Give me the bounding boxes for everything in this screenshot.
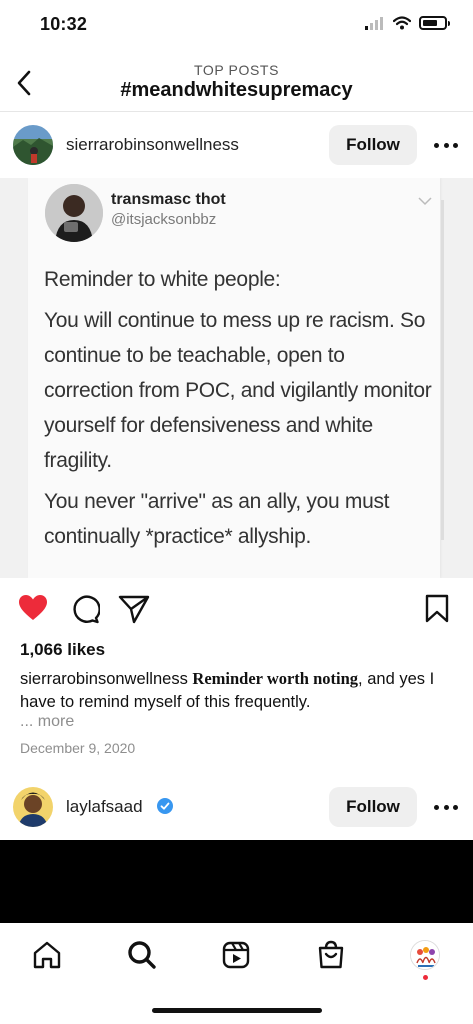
battery-icon (419, 16, 450, 30)
home-indicator (152, 1008, 322, 1013)
tweet-paragraph: You will continue to mess up re racism. … (44, 309, 432, 472)
tweet-paragraph: You never "arrive" as an ally, you must … (44, 490, 390, 548)
tweet-scroll-track (441, 200, 444, 540)
post-author-username[interactable]: sierrarobinsonwellness (66, 135, 239, 155)
more-options-icon[interactable] (434, 143, 458, 149)
reels-icon[interactable] (221, 940, 251, 970)
caption-styled-text: Reminder worth noting (192, 669, 359, 688)
tweet-paragraph: Reminder to white people: (44, 268, 281, 291)
more-options-icon[interactable] (434, 805, 458, 811)
status-icons (365, 16, 450, 30)
post-author-avatar[interactable] (13, 787, 53, 827)
home-icon[interactable] (32, 940, 62, 970)
shop-icon[interactable] (316, 939, 346, 970)
follow-button[interactable]: Follow (329, 125, 417, 165)
likes-count[interactable]: 1,066 likes (20, 640, 105, 660)
tweet-author-handle: @itsjacksonbbz (111, 211, 217, 228)
share-icon[interactable] (118, 594, 150, 624)
heart-icon[interactable] (18, 594, 48, 622)
verified-badge-icon (157, 798, 173, 814)
bookmark-icon[interactable] (424, 594, 450, 624)
post-caption: sierrarobinsonwellness Reminder worth no… (20, 667, 460, 714)
comment-icon[interactable] (70, 594, 100, 624)
header-subtitle: TOP POSTS (193, 62, 280, 78)
post-date: December 9, 2020 (20, 740, 136, 756)
status-time: 10:32 (40, 14, 88, 34)
tweet-card: transmasc thot @itsjacksonbbz Reminder t… (28, 178, 440, 578)
wifi-icon (393, 16, 411, 30)
notification-dot (423, 975, 428, 980)
follow-button[interactable]: Follow (329, 787, 417, 827)
post-media[interactable] (0, 840, 473, 923)
tweet-text: Reminder to white people: You will conti… (44, 262, 436, 560)
tweet-author-name: transmasc thot (111, 191, 226, 208)
header-divider (0, 111, 473, 112)
hashtag-title: #meandwhitesupremacy (120, 79, 353, 101)
caption-username[interactable]: sierrarobinsonwellness (20, 670, 188, 688)
cellular-signal-icon (365, 17, 383, 30)
caption-more-link[interactable]: ... more (20, 713, 74, 731)
post-image[interactable]: transmasc thot @itsjacksonbbz Reminder t… (0, 178, 473, 578)
post-author-username[interactable]: laylafsaad (66, 797, 143, 817)
profile-avatar[interactable] (410, 940, 440, 970)
post-author-avatar[interactable] (13, 125, 53, 165)
tweet-author-avatar (45, 184, 103, 242)
chevron-down-icon (418, 197, 432, 206)
search-icon[interactable] (127, 940, 157, 970)
